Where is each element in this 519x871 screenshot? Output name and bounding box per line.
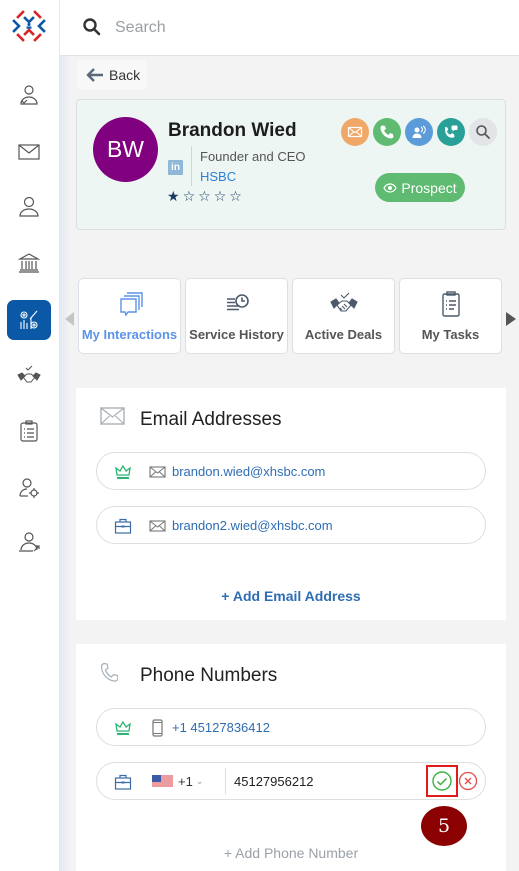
handshake-icon <box>17 365 41 383</box>
tile-label: My Interactions <box>81 327 178 342</box>
tile-active-deals[interactable]: Active Deals <box>292 278 395 354</box>
crown-icon <box>115 464 131 479</box>
contact-name: Brandon Wied <box>168 120 297 141</box>
envelope-icon <box>347 126 363 138</box>
highlight-box <box>426 765 458 797</box>
search-icon <box>83 18 101 36</box>
group-icon <box>412 125 426 138</box>
add-email-link[interactable]: + Add Email Address <box>76 588 506 604</box>
sidebar-item-person[interactable] <box>7 187 51 227</box>
back-label: Back <box>109 67 141 83</box>
sidebar-item-tasks[interactable] <box>7 411 51 451</box>
contact-title: Founder and CEO <box>200 149 306 164</box>
briefcase-icon <box>114 518 132 534</box>
crown-icon <box>115 720 131 735</box>
status-badge[interactable]: Prospect <box>375 173 465 202</box>
phone-outline-icon <box>100 662 118 682</box>
mail-icon <box>18 144 40 160</box>
email-section: Email Addresses brandon.wied@xhsbc.com b… <box>76 388 506 620</box>
history-clock-icon <box>226 294 249 311</box>
phone-icon <box>380 125 394 139</box>
tile-label: Service History <box>189 327 284 342</box>
cancel-x-button[interactable] <box>458 771 478 791</box>
sidebar-item-user-share[interactable] <box>7 522 51 562</box>
star-empty-icon[interactable]: ☆ <box>214 188 227 204</box>
user-settings-icon <box>19 478 39 498</box>
magnifier-icon <box>476 125 490 139</box>
search-action-button[interactable] <box>469 118 497 146</box>
rating-stars[interactable]: ★ ☆ ☆ ☆ ☆ <box>167 188 242 204</box>
mail-icon <box>149 520 166 532</box>
briefcase-icon <box>114 774 132 790</box>
sidebar-item-deals[interactable] <box>7 356 51 396</box>
divider <box>191 146 192 186</box>
star-empty-icon[interactable]: ☆ <box>229 188 242 204</box>
user-share-icon <box>19 532 40 552</box>
country-code-select[interactable]: +1 <box>178 774 193 789</box>
bank-icon <box>17 253 41 273</box>
sidebar-item-contacts[interactable] <box>7 75 51 115</box>
analytics-gear-icon <box>20 310 38 329</box>
us-flag-icon[interactable] <box>152 775 173 788</box>
quick-actions <box>341 118 497 146</box>
phone-section-title: Phone Numbers <box>140 665 278 686</box>
person-icon <box>19 196 39 217</box>
meeting-action-button[interactable] <box>405 118 433 146</box>
tile-service-history[interactable]: Service History <box>185 278 288 354</box>
content-edge <box>60 56 70 871</box>
tile-my-tasks[interactable]: My Tasks <box>399 278 502 354</box>
deal-handshake-icon <box>329 292 358 312</box>
chat-stack-icon <box>119 292 143 317</box>
sidebar-item-analytics[interactable] <box>7 300 51 340</box>
star-empty-icon[interactable]: ☆ <box>183 188 196 204</box>
sidebar-item-bank[interactable] <box>7 243 51 283</box>
task-clipboard-icon <box>441 291 460 317</box>
contact-profile-card: BW Brandon Wied in Founder and CEO HSBC … <box>76 99 506 230</box>
step-badge: 5 <box>421 806 467 846</box>
contact-check-icon <box>20 85 38 105</box>
contact-company-link[interactable]: HSBC <box>200 169 236 184</box>
mobile-phone-icon <box>152 719 163 737</box>
phone-row[interactable]: +1 45127836412 <box>96 708 486 746</box>
email-value[interactable]: brandon2.wied@xhsbc.com <box>172 518 333 533</box>
phone-number-input[interactable] <box>225 768 425 794</box>
email-action-button[interactable] <box>341 118 369 146</box>
clipboard-list-icon <box>20 420 38 442</box>
app-logo-icon[interactable] <box>11 8 47 44</box>
mail-icon <box>149 466 166 478</box>
tile-label: Active Deals <box>304 327 383 342</box>
envelope-outline-icon <box>100 407 125 425</box>
phone-value[interactable]: +1 45127836412 <box>172 720 270 735</box>
sidebar-item-mail[interactable] <box>7 132 51 172</box>
email-value[interactable]: brandon.wied@xhsbc.com <box>172 464 325 479</box>
search-input[interactable] <box>115 14 495 42</box>
avatar: BW <box>93 117 158 182</box>
star-filled-icon[interactable]: ★ <box>167 188 180 204</box>
top-bar <box>60 0 519 56</box>
chevron-down-icon[interactable]: ⌄ <box>196 776 204 787</box>
linkedin-icon[interactable]: in <box>168 160 183 175</box>
sidebar-item-user-settings[interactable] <box>7 468 51 508</box>
sidebar <box>0 0 60 871</box>
star-empty-icon[interactable]: ☆ <box>198 188 211 204</box>
call-message-action-button[interactable] <box>437 118 465 146</box>
email-row[interactable]: brandon.wied@xhsbc.com <box>96 452 486 490</box>
email-row[interactable]: brandon2.wied@xhsbc.com <box>96 506 486 544</box>
tile-label: My Tasks <box>421 327 480 342</box>
tiles-scroll-right-button[interactable] <box>506 312 516 326</box>
status-label: Prospect <box>401 179 457 196</box>
phone-chat-icon <box>445 125 458 138</box>
eye-icon <box>383 182 398 193</box>
back-button[interactable]: Back <box>77 60 147 90</box>
call-action-button[interactable] <box>373 118 401 146</box>
add-phone-link[interactable]: + Add Phone Number <box>76 845 506 861</box>
tiles-scroll-left-button[interactable] <box>65 312 74 326</box>
tile-my-interactions[interactable]: My Interactions <box>78 278 181 354</box>
arrow-left-icon <box>86 68 103 82</box>
email-section-title: Email Addresses <box>140 409 282 430</box>
